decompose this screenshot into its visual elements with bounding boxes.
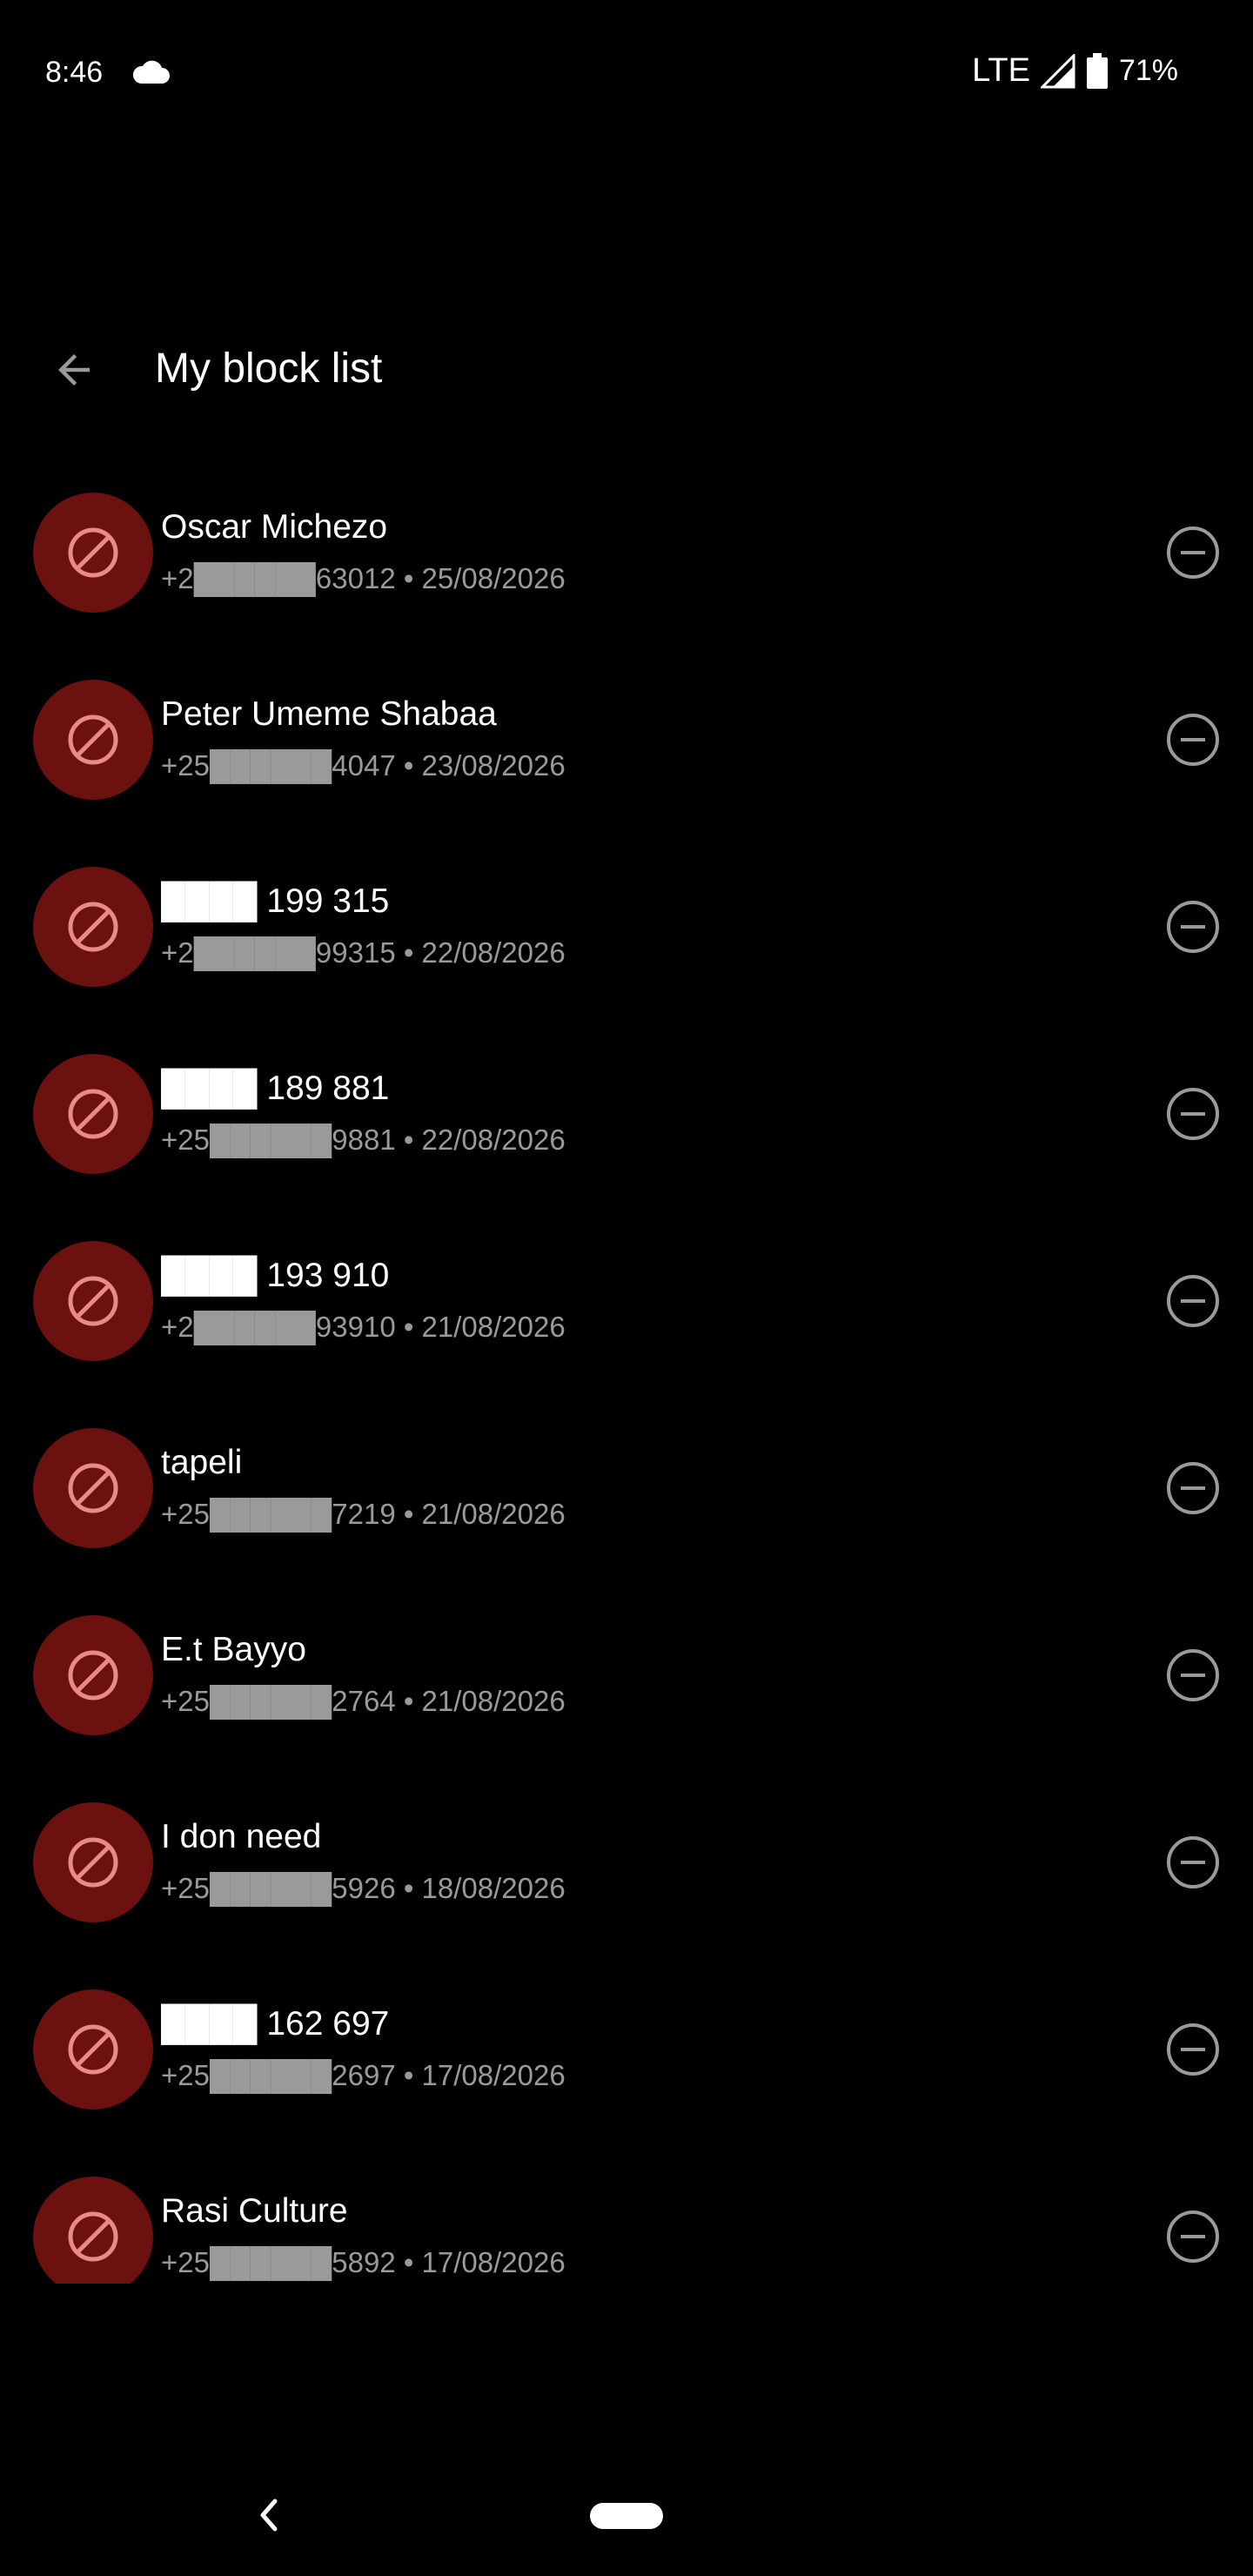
battery-level: 71%	[1118, 54, 1178, 87]
blocked-contact-item[interactable]: ████ 193 910 +2██████93910 • 21/08/2026	[0, 1231, 1253, 1418]
unblock-button[interactable]	[1163, 1271, 1223, 1332]
unblock-button[interactable]	[1163, 522, 1223, 583]
avatar	[33, 1241, 153, 1361]
blocked-contact-item[interactable]: Rasi Culture +25██████5892 • 17/08/2026	[0, 2166, 1253, 2284]
unblock-button[interactable]	[1163, 1832, 1223, 1893]
blocked-contact-item[interactable]: Oscar Michezo +2██████63012 • 25/08/2026	[0, 482, 1253, 669]
blocked-contact-item[interactable]: tapeli +25██████7219 • 21/08/2026	[0, 1418, 1253, 1605]
contact-number-date: +2██████93910 • 21/08/2026	[161, 1311, 566, 1343]
cloud-icon	[132, 60, 170, 84]
contact-name: ████ 199 315	[161, 882, 390, 920]
remove-circle-icon	[1167, 1836, 1219, 1888]
contact-number-date: +25██████5892 • 17/08/2026	[161, 2246, 566, 2278]
blocked-contacts-list: Oscar Michezo +2██████63012 • 25/08/2026…	[0, 482, 1253, 2284]
contact-number-date: +25██████9881 • 22/08/2026	[161, 1124, 566, 1156]
unblock-button[interactable]	[1163, 896, 1223, 957]
avatar	[33, 1615, 153, 1735]
battery-icon	[1086, 52, 1108, 89]
contact-number-date: +2██████99315 • 22/08/2026	[161, 936, 566, 969]
avatar	[33, 2177, 153, 2284]
remove-circle-icon	[1167, 714, 1219, 766]
avatar	[33, 1802, 153, 1922]
blocked-contact-item[interactable]: ████ 199 315 +2██████99315 • 22/08/2026	[0, 856, 1253, 1043]
block-icon	[68, 1650, 118, 1701]
avatar	[33, 867, 153, 987]
contact-number-date: +25██████4047 • 23/08/2026	[161, 749, 566, 782]
contact-name: Rasi Culture	[161, 2192, 348, 2230]
remove-circle-icon	[1167, 527, 1219, 579]
block-icon	[68, 2024, 118, 2075]
block-icon	[68, 714, 118, 765]
remove-circle-icon	[1167, 1649, 1219, 1701]
blocked-contact-item[interactable]: I don need +25██████5926 • 18/08/2026	[0, 1792, 1253, 1979]
block-list-screen: 8:46 LTE 71% My block list Oscar Michezo…	[0, 0, 1253, 2576]
signal-icon	[1040, 53, 1075, 88]
status-time: 8:46	[45, 56, 104, 89]
avatar	[33, 1989, 153, 2110]
page-title: My block list	[155, 345, 383, 392]
avatar	[33, 680, 153, 800]
arrow-back-icon	[58, 354, 90, 386]
blocked-contact-item[interactable]: ████ 162 697 +25██████2697 • 17/08/2026	[0, 1979, 1253, 2166]
block-icon	[68, 1276, 118, 1326]
app-header: My block list	[0, 313, 1253, 426]
contact-name: Peter Umeme Shabaa	[161, 695, 497, 733]
contact-name: ████ 162 697	[161, 2005, 390, 2043]
system-nav-bar	[0, 2454, 1253, 2576]
avatar	[33, 1428, 153, 1548]
contact-number-date: +2██████63012 • 25/08/2026	[161, 562, 566, 594]
block-icon	[68, 2211, 118, 2262]
remove-circle-icon	[1167, 901, 1219, 953]
nav-back-icon[interactable]	[252, 2496, 287, 2534]
contact-name: I don need	[161, 1818, 322, 1855]
block-icon	[68, 1463, 118, 1513]
remove-circle-icon	[1167, 2210, 1219, 2263]
remove-circle-icon	[1167, 1462, 1219, 1514]
contact-number-date: +25██████2697 • 17/08/2026	[161, 2059, 566, 2091]
status-bar: 8:46 LTE 71%	[0, 0, 1253, 148]
unblock-button[interactable]	[1163, 2019, 1223, 2080]
remove-circle-icon	[1167, 1275, 1219, 1327]
contact-name: E.t Bayyo	[161, 1631, 306, 1668]
contact-number-date: +25██████5926 • 18/08/2026	[161, 1872, 566, 1904]
blocked-contact-item[interactable]: Peter Umeme Shabaa +25██████4047 • 23/08…	[0, 669, 1253, 856]
contact-number-date: +25██████7219 • 21/08/2026	[161, 1498, 566, 1530]
unblock-button[interactable]	[1163, 1458, 1223, 1519]
nav-home-pill[interactable]	[590, 2503, 663, 2529]
unblock-button[interactable]	[1163, 1645, 1223, 1706]
network-type: LTE	[972, 52, 1030, 89]
contact-name: Oscar Michezo	[161, 508, 388, 546]
unblock-button[interactable]	[1163, 709, 1223, 770]
blocked-contact-item[interactable]: E.t Bayyo +25██████2764 • 21/08/2026	[0, 1605, 1253, 1792]
block-icon	[68, 1089, 118, 1139]
blocked-contact-item[interactable]: ████ 189 881 +25██████9881 • 22/08/2026	[0, 1043, 1253, 1231]
unblock-button[interactable]	[1163, 1083, 1223, 1144]
block-icon	[68, 1837, 118, 1888]
remove-circle-icon	[1167, 2023, 1219, 2076]
block-icon	[68, 902, 118, 952]
remove-circle-icon	[1167, 1088, 1219, 1140]
avatar	[33, 1054, 153, 1174]
contact-name: ████ 189 881	[161, 1070, 390, 1107]
avatar	[33, 493, 153, 613]
contact-name: tapeli	[161, 1444, 243, 1481]
unblock-button[interactable]	[1163, 2206, 1223, 2267]
status-indicators: LTE 71%	[972, 52, 1178, 90]
contact-number-date: +25██████2764 • 21/08/2026	[161, 1685, 566, 1717]
block-icon	[68, 527, 118, 578]
back-button[interactable]	[35, 338, 113, 402]
contact-name: ████ 193 910	[161, 1257, 390, 1294]
